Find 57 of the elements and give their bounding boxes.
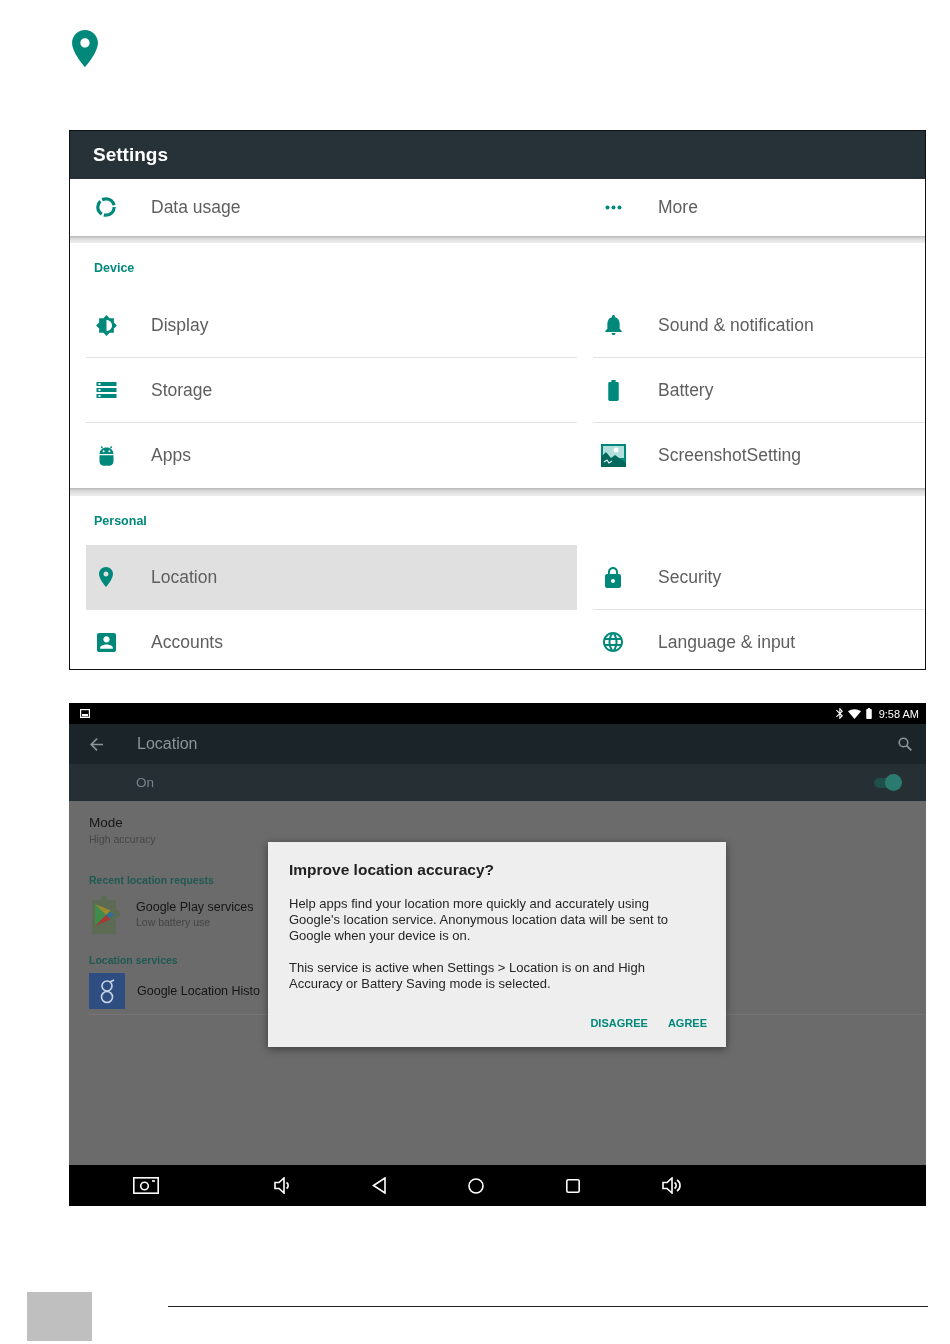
settings-item[interactable]: Display <box>86 293 577 358</box>
back-arrow-icon[interactable] <box>90 737 103 751</box>
toggle-switch[interactable] <box>874 774 902 791</box>
battery-icon <box>865 708 872 719</box>
bell-icon <box>604 315 622 335</box>
home-icon[interactable] <box>468 1177 484 1194</box>
settings-item[interactable]: Accounts <box>86 610 577 669</box>
agree-button[interactable]: AGREE <box>667 1015 707 1031</box>
dialog-title: Improve location accuracy? <box>289 861 495 879</box>
back-icon[interactable] <box>372 1177 386 1194</box>
colorful-play-icon <box>89 894 121 934</box>
dialog-text: This service is active when Settings > Location is on and High Accuracy or Battery Saving mode is selected. <box>289 960 646 992</box>
padlock-icon <box>605 566 621 588</box>
settings-item[interactable]: Language & input <box>593 610 925 669</box>
section-header: Device <box>94 261 135 275</box>
settings-item[interactable]: Location <box>86 545 577 610</box>
settings-item[interactable]: Apps <box>86 423 577 488</box>
camera-frame-icon[interactable] <box>133 1177 159 1194</box>
settings-item[interactable]: Data usage <box>86 179 577 236</box>
app-name: Google Play services <box>136 900 254 914</box>
section-header: Location services <box>89 954 178 966</box>
settings-item[interactable]: Security <box>593 545 925 610</box>
settings-item[interactable]: Storage <box>86 358 577 423</box>
volume-up-icon[interactable] <box>662 1177 682 1194</box>
globe-icon <box>603 632 623 652</box>
status-time: 9:58 AM <box>878 707 919 720</box>
mode-title: Mode <box>89 815 123 830</box>
letter-tile-icon <box>89 973 125 1009</box>
wifi-icon <box>847 708 861 719</box>
settings-item[interactable]: ScreenshotSetting <box>593 423 925 488</box>
location-pin-icon <box>99 567 113 587</box>
storage-icon <box>95 382 117 398</box>
battery-icon <box>607 379 619 401</box>
volume-down-icon[interactable] <box>274 1177 290 1194</box>
settings-item[interactable]: More <box>593 179 925 236</box>
contact-card-icon <box>96 632 116 652</box>
recents-icon[interactable] <box>566 1178 580 1193</box>
section-header: Recent location requests <box>89 874 214 886</box>
settings-item[interactable]: Battery <box>593 358 925 423</box>
brightness-icon <box>95 314 117 336</box>
robot-icon <box>97 444 115 466</box>
settings-header: Settings <box>70 131 925 179</box>
service-name: Google Location Histo <box>137 984 260 998</box>
disagree-button[interactable]: DISAGREE <box>590 1015 648 1031</box>
location-pin-icon <box>72 30 98 67</box>
section-header: Personal <box>94 513 147 528</box>
settings-item[interactable]: Sound & notification <box>593 293 925 358</box>
bluetooth-icon <box>835 708 843 719</box>
search-icon[interactable] <box>898 737 912 751</box>
image-icon <box>80 709 90 718</box>
switch-label: On <box>136 775 154 790</box>
dialog-text: Help apps find your location more quickly and accurately using Google's location service. Anonymous location data will be sent to Google when your device is on. <box>289 896 669 944</box>
ring-icon <box>96 197 116 217</box>
picture-icon <box>600 443 626 467</box>
corner-block <box>27 1292 92 1341</box>
toolbar-title: Location <box>137 735 198 753</box>
dots-icon <box>604 204 622 210</box>
